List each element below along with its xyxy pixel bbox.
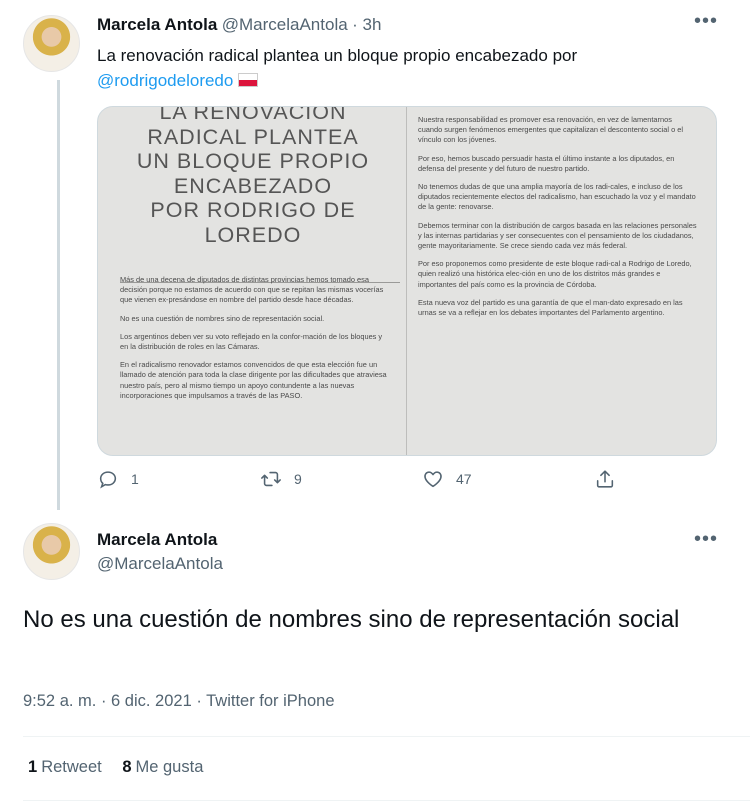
image-paragraph: En el radicalismo renovador estamos conv… xyxy=(120,360,387,400)
retweets-stat[interactable]: 1 Retweet xyxy=(28,758,102,777)
tweet-text: La renovación radical plantea un bloque … xyxy=(97,46,578,65)
image-paragraph: Los argentinos deben ver su voto refleja… xyxy=(120,331,383,352)
headline-line: POR RODRIGO DE xyxy=(150,198,356,222)
avatar[interactable] xyxy=(23,15,80,72)
like-count: 47 xyxy=(456,471,472,487)
tweet-time[interactable]: · 3h xyxy=(352,15,381,34)
headline-line: RADICAL PLANTEA xyxy=(147,124,359,149)
likes-stat[interactable]: 8 Me gusta xyxy=(122,758,203,777)
author-name[interactable]: Marcela Antola xyxy=(97,530,217,550)
share-button[interactable] xyxy=(594,468,628,490)
headline-line: ENCABEZADO xyxy=(173,173,333,198)
reply-icon xyxy=(99,471,117,489)
image-left-text: Más de una decena de diputados de distin… xyxy=(120,275,390,409)
tweet-1[interactable]: Marcela Antola @MarcelaAntola · 3h ••• L… xyxy=(0,0,750,510)
heart-icon xyxy=(424,471,442,488)
divider xyxy=(23,736,750,737)
retweet-button[interactable]: 9 xyxy=(260,468,302,490)
image-paragraph: No tenemos dudas de que una amplia mayor… xyxy=(418,182,696,212)
image-paragraph: Por eso proponemos como presidente de es… xyxy=(418,259,692,289)
image-document: LA RENOVACION RADICAL PLANTEA UN BLOQUE … xyxy=(98,107,716,455)
retweet-icon xyxy=(261,471,281,487)
share-icon xyxy=(596,470,614,488)
image-paragraph: Nuestra responsabilidad es promover esa … xyxy=(418,115,684,145)
thread-line xyxy=(57,80,60,510)
retweets-label: Retweet xyxy=(41,758,102,776)
image-paragraph: Debemos terminar con la distribución de … xyxy=(418,220,697,251)
more-icon[interactable]: ••• xyxy=(694,10,718,33)
divider xyxy=(23,800,750,801)
column-divider xyxy=(406,107,407,455)
image-paragraph: Por eso, hemos buscado persuadir hasta e… xyxy=(418,153,675,173)
image-paragraph: No es una cuestión de nombres sino de re… xyxy=(120,313,325,323)
image-left-column: LA RENOVACION RADICAL PLANTEA UN BLOQUE … xyxy=(120,107,400,455)
author-name[interactable]: Marcela Antola xyxy=(97,15,217,34)
likes-count: 8 xyxy=(122,758,132,776)
author-handle[interactable]: @MarcelaAntola xyxy=(222,15,348,34)
avatar[interactable] xyxy=(23,523,80,580)
tweet-2-text: No es una cuestión de nombres sino de re… xyxy=(23,606,680,633)
tweet-1-text: La renovación radical plantea un bloque … xyxy=(97,43,727,93)
tweet-image[interactable]: LA RENOVACION RADICAL PLANTEA UN BLOQUE … xyxy=(97,106,717,456)
tweet-actions: 1 9 47 xyxy=(97,468,637,498)
author-handle[interactable]: @MarcelaAntola xyxy=(97,554,223,574)
reply-count: 1 xyxy=(131,471,139,487)
image-right-column: Nuestra responsabilidad es promover esa … xyxy=(418,107,703,455)
more-icon[interactable]: ••• xyxy=(694,528,718,551)
tweet-1-header: Marcela Antola @MarcelaAntola · 3h xyxy=(97,15,381,35)
poland-flag-icon xyxy=(238,73,259,87)
mention-link[interactable]: @rodrigodeloredo xyxy=(97,71,233,90)
retweets-count: 1 xyxy=(28,758,38,776)
image-right-text: Nuestra responsabilidad es promover esa … xyxy=(418,115,698,326)
retweet-count: 9 xyxy=(294,471,302,487)
likes-label: Me gusta xyxy=(135,758,204,776)
image-headline: LA RENOVACION RADICAL PLANTEA UN BLOQUE … xyxy=(128,107,378,254)
headline-line: LA RENOVACION xyxy=(159,106,347,124)
tweet-stats: 1 Retweet 8 Me gusta xyxy=(28,758,219,777)
headline-line: LOREDO xyxy=(204,222,302,247)
reply-button[interactable]: 1 xyxy=(97,468,139,490)
image-paragraph: Esta nueva voz del partido es una garant… xyxy=(418,297,683,318)
image-paragraph: Más de una decena de diputados de distin… xyxy=(120,275,384,305)
tweet-meta[interactable]: 9:52 a. m. · 6 dic. 2021 · Twitter for i… xyxy=(23,692,335,711)
headline-line: UN BLOQUE PROPIO xyxy=(136,149,370,173)
like-button[interactable]: 47 xyxy=(422,468,472,490)
